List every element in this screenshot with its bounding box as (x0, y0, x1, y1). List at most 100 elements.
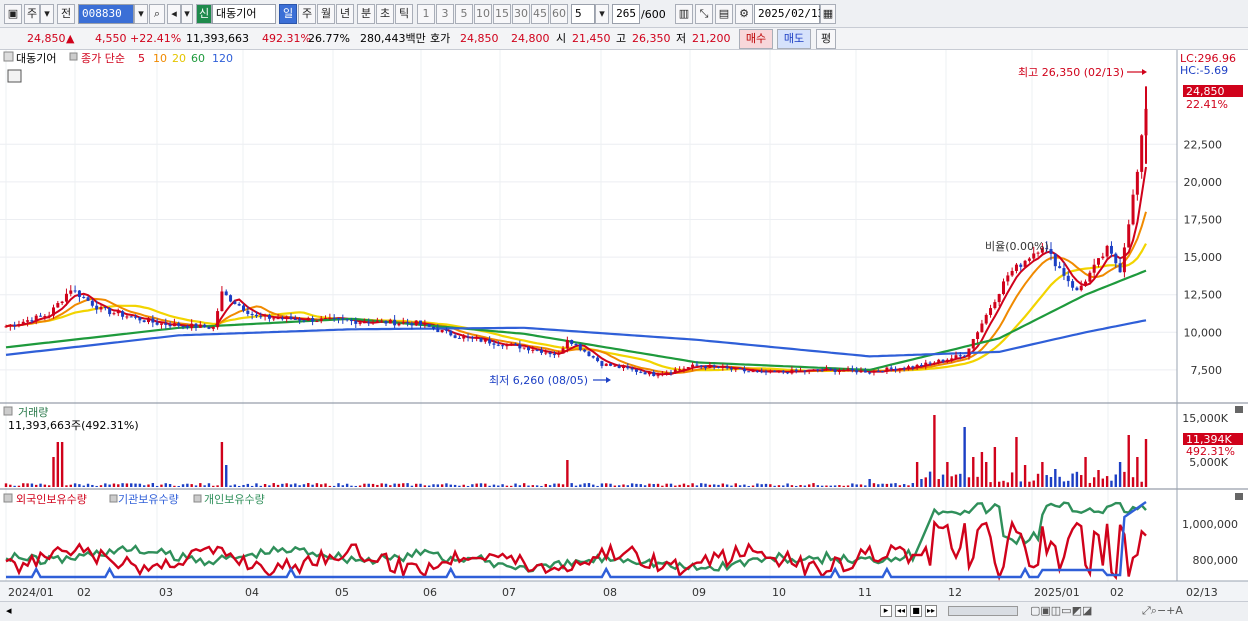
chart-scrollbar[interactable]: ◂ ▸ ◂◂ ■ ▸▸ ▢▣◫▭◩◪ ⤢⌕−+A (0, 601, 1248, 621)
calculator-icon[interactable] (7, 69, 22, 83)
rewind-icon[interactable]: ◂◂ (895, 605, 907, 617)
interval-45-button[interactable]: 45 (531, 4, 549, 24)
volume-bar (721, 483, 725, 487)
volume-bar (39, 483, 42, 487)
volume-bar (838, 485, 841, 487)
panel-stock-tag: 대동기어 (16, 52, 56, 65)
code-input[interactable]: 008830 (78, 4, 134, 24)
zoom-tools-icon[interactable]: ⤢⌕−+A (1142, 604, 1183, 618)
window-menu-icon[interactable]: ▣ (4, 4, 22, 24)
candle-body (1079, 285, 1083, 291)
stock-chart[interactable]: 22,500 20,000 17,500 15,000 12,500 10,000 7,50… (0, 50, 1248, 601)
holding-panel-close-icon[interactable] (1235, 493, 1243, 500)
x-tick-label: 05 (335, 586, 349, 599)
fast-forward-icon[interactable]: ▸▸ (925, 605, 937, 617)
period-minute-tab[interactable]: 분 (357, 4, 375, 24)
volume-bar (138, 483, 142, 487)
interval-input[interactable]: 5 (571, 4, 595, 24)
candle-body (980, 323, 984, 333)
volume-bar (738, 485, 742, 487)
period-month-tab[interactable]: 월 (317, 4, 335, 24)
holding-panel-icon[interactable] (3, 493, 13, 503)
candle-body (440, 329, 444, 333)
scroll-right-icon[interactable]: ▸ (880, 605, 892, 617)
scroll-thumb[interactable] (948, 606, 1018, 616)
candle-body (250, 313, 254, 315)
period-week-tab[interactable]: 주 (298, 4, 316, 24)
candle-body (371, 322, 375, 324)
candle-body (1019, 264, 1023, 267)
volume-bar (734, 483, 737, 487)
period-second-tab[interactable]: 초 (376, 4, 394, 24)
interval-15-button[interactable]: 15 (493, 4, 511, 24)
volume-bar (1075, 471, 1079, 487)
volume-bar (155, 485, 159, 487)
sound-dropdown-icon[interactable]: ▾ (181, 4, 193, 24)
sound-icon[interactable]: ◂ (167, 4, 181, 24)
market-select[interactable]: 주 (24, 4, 40, 24)
draw-tool-icon[interactable]: ⤡ (695, 4, 713, 24)
candle-body (280, 318, 284, 320)
buy-button[interactable]: 매수 (739, 29, 773, 49)
candle-body (937, 359, 941, 363)
candle-body (509, 343, 513, 345)
candle-body (911, 366, 915, 368)
code-dropdown-icon[interactable]: ▾ (134, 4, 148, 24)
sell-button[interactable]: 매도 (777, 29, 811, 49)
avg-button[interactable]: 평 (816, 29, 836, 49)
candle-icon[interactable]: ▥ (675, 4, 693, 24)
candle-body (43, 315, 47, 317)
date-input[interactable]: 2025/02/13 (754, 4, 824, 24)
interval-1-button[interactable]: 1 (417, 4, 435, 24)
volume-bar (199, 483, 202, 487)
period-day-tab[interactable]: 일 (279, 4, 297, 24)
interval-30-button[interactable]: 30 (512, 4, 530, 24)
panel-menu-icon[interactable] (3, 51, 14, 62)
volume-bar (294, 483, 297, 487)
stop-icon[interactable]: ■ (910, 605, 922, 617)
x-tick-label: 11 (858, 586, 872, 599)
volume-panel-close-icon[interactable] (1235, 406, 1243, 413)
candle-body (168, 324, 172, 327)
candle-body (492, 343, 496, 345)
interval-3-button[interactable]: 3 (436, 4, 454, 24)
candle-body (928, 362, 932, 364)
save-icon[interactable]: ▤ (715, 4, 733, 24)
market-dropdown-icon[interactable]: ▾ (40, 4, 54, 24)
volume-bar (307, 483, 310, 487)
stock-name-field: 대동기어 (212, 4, 276, 24)
interval-5-button[interactable]: 5 (455, 4, 473, 24)
candle-body (1097, 258, 1100, 265)
candle-body (639, 371, 643, 373)
interval-10-button[interactable]: 10 (474, 4, 492, 24)
volume-bar (259, 485, 262, 487)
scroll-left-icon[interactable]: ◂ (6, 604, 12, 618)
low-label: 저 (676, 32, 687, 45)
period-year-tab[interactable]: 년 (336, 4, 354, 24)
volume-bar (596, 485, 599, 487)
candle-body (453, 335, 457, 338)
calendar-icon[interactable]: ▦ (820, 4, 836, 24)
interval-60-button[interactable]: 60 (550, 4, 568, 24)
candle-body (950, 358, 954, 360)
volume-bar (484, 483, 487, 487)
candle-body (686, 367, 690, 369)
interval-dropdown-icon[interactable]: ▾ (595, 4, 609, 24)
period-tick-tab[interactable]: 틱 (395, 4, 413, 24)
volume-bar (393, 483, 396, 487)
volume-bar (924, 477, 927, 487)
volume-panel-icon[interactable] (3, 406, 13, 416)
institution-legend-icon (109, 494, 118, 503)
volume-bar (1080, 475, 1083, 487)
count-input[interactable]: 265 (612, 4, 640, 24)
window-tools-icon[interactable]: ▢▣◫▭◩◪ (1030, 604, 1092, 618)
x-tick-label: 07 (502, 586, 516, 599)
search-icon[interactable]: ⌕ (149, 4, 165, 24)
candle-body (712, 365, 716, 367)
gear-icon[interactable]: ⚙ (735, 4, 753, 24)
candle-body (656, 375, 660, 377)
prev-button[interactable]: 전 (57, 4, 75, 24)
high-label: 고 (616, 32, 627, 45)
candle-body (272, 318, 276, 320)
volume-bar (423, 485, 427, 487)
